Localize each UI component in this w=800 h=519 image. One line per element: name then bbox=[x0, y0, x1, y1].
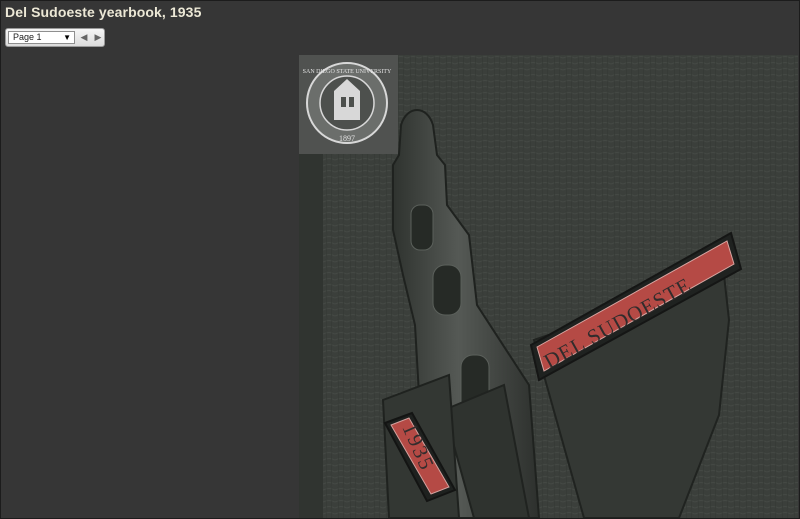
next-page-button[interactable]: ▶ bbox=[92, 31, 104, 44]
page-select[interactable]: Page 1 ▼ bbox=[8, 31, 75, 44]
previous-page-button[interactable]: ◀ bbox=[78, 31, 90, 44]
seal-year-text: 1897 bbox=[339, 134, 355, 143]
yearbook-cover-image: SAN DIEGO STATE UNIVERSITY 1897 DEL SUDO… bbox=[299, 55, 798, 518]
page-title: Del Sudoeste yearbook, 1935 bbox=[5, 4, 202, 20]
selected-page-label: Page 1 bbox=[13, 32, 42, 42]
chevron-right-icon: ▶ bbox=[94, 32, 102, 42]
university-seal: SAN DIEGO STATE UNIVERSITY 1897 bbox=[299, 55, 398, 154]
chevron-down-icon: ▼ bbox=[63, 33, 71, 42]
app-window: Del Sudoeste yearbook, 1935 Page 1 ▼ ◀ ▶ bbox=[0, 0, 800, 519]
page-image-viewer[interactable]: SAN DIEGO STATE UNIVERSITY 1897 DEL SUDO… bbox=[299, 55, 798, 518]
seal-university-text: SAN DIEGO STATE UNIVERSITY bbox=[303, 69, 392, 75]
chevron-left-icon: ◀ bbox=[80, 32, 88, 42]
page-navigator: Page 1 ▼ ◀ ▶ bbox=[5, 28, 105, 47]
